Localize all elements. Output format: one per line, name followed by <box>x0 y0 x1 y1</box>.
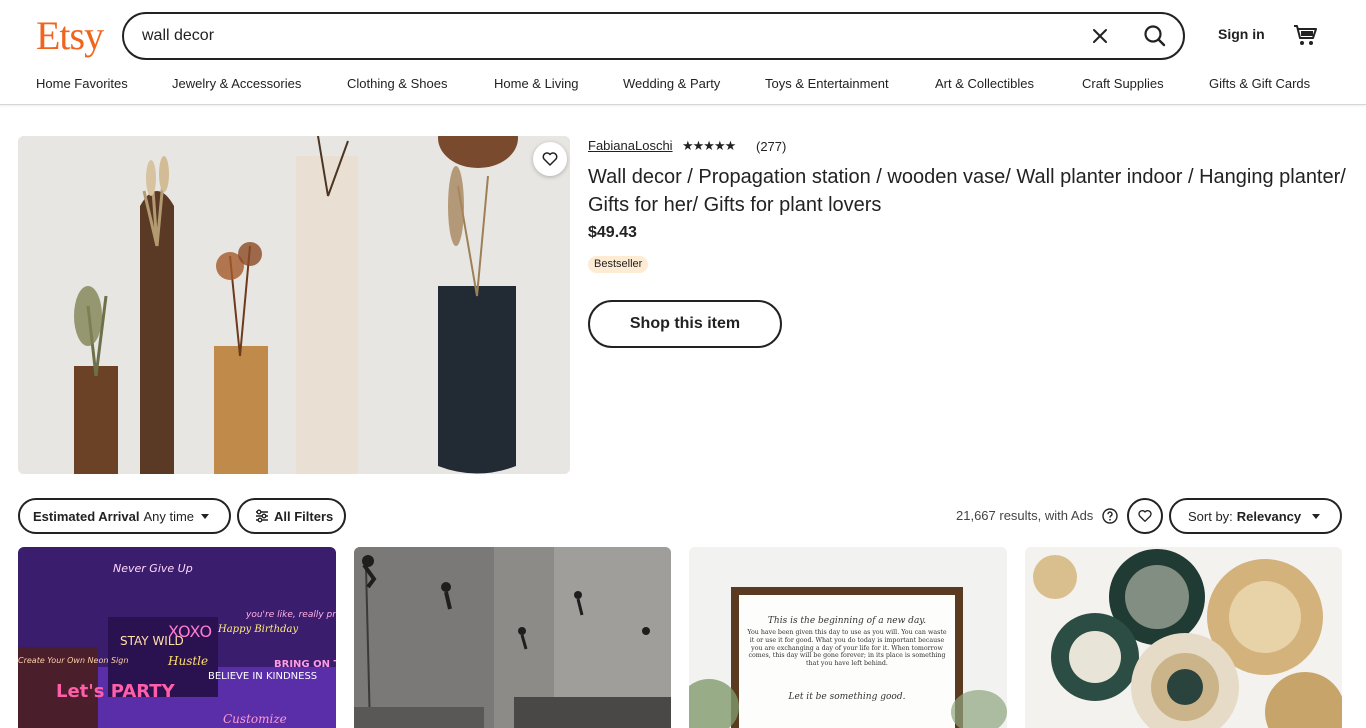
filter-icon <box>256 509 268 523</box>
help-icon[interactable] <box>1102 508 1118 524</box>
sort-value: Relevancy <box>1236 508 1302 524</box>
neon-happy-birthday: Happy Birthday <box>217 624 298 635</box>
shop-this-item-button[interactable]: Shop this item <box>588 300 782 348</box>
nav-home-living[interactable]: Home & Living <box>494 76 579 91</box>
neon-never-give-up: Never Give Up <box>113 562 193 575</box>
arrival-value: Any time <box>143 508 195 524</box>
search-input[interactable] <box>142 24 1062 48</box>
sort-dropdown[interactable]: Sort by: Relevancy <box>1169 498 1342 534</box>
results-count: 21,667 results, with Ads <box>956 508 1094 523</box>
rating-stars: ★★★★★ <box>682 138 736 153</box>
listing-card-new-day-sign[interactable]: This is the beginning of a new day. You … <box>689 547 1007 728</box>
category-nav: Home Favorites Jewelry & Accessories Clo… <box>0 72 1366 105</box>
listing-card-climber-sculptures[interactable] <box>354 547 671 728</box>
clear-icon[interactable] <box>1089 25 1111 47</box>
nav-jewelry-accessories[interactable]: Jewelry & Accessories <box>172 76 301 91</box>
shop-name-link[interactable]: FabianaLoschi <box>588 138 673 153</box>
neon-lets-party: Let's PARTY <box>56 681 176 702</box>
search-icon[interactable] <box>1141 22 1169 50</box>
sign-heading: This is the beginning of a new day. <box>768 616 926 626</box>
neon-bring-on-the-night: BRING ON THE NIGHT <box>274 659 336 670</box>
featured-price: $49.43 <box>588 224 637 241</box>
sign-body: You have been given this day to use as y… <box>747 629 947 668</box>
nav-craft-supplies[interactable]: Craft Supplies <box>1082 76 1164 91</box>
sign-footer: Let it be something good. <box>788 692 906 702</box>
review-count: (277) <box>756 139 787 154</box>
featured-title[interactable]: Wall decor / Propagation station / woode… <box>588 163 1348 219</box>
neon-customize: Customize <box>223 712 287 726</box>
neon-create-own: Create Your Own Neon Sign <box>18 656 128 665</box>
neon-really-pretty: you're like, really pretty <box>245 610 336 620</box>
sort-label: Sort by: <box>1188 508 1233 524</box>
featured-listing-image[interactable] <box>18 136 570 474</box>
all-filters-button[interactable]: All Filters <box>237 498 346 534</box>
heart-icon <box>1138 510 1152 522</box>
favorite-search-button[interactable] <box>1127 498 1163 534</box>
neon-hustle: Hustle <box>167 654 208 668</box>
cart-icon[interactable] <box>1292 22 1318 48</box>
sign-in-link[interactable]: Sign in <box>1218 26 1265 42</box>
caret-down-icon <box>1312 514 1321 519</box>
heart-icon <box>542 152 558 166</box>
nav-home-favorites[interactable]: Home Favorites <box>36 76 128 91</box>
bestseller-badge: Bestseller <box>588 256 649 273</box>
etsy-logo[interactable]: Etsy <box>36 12 104 60</box>
neon-believe: BELIEVE IN KINDNESS <box>208 671 317 682</box>
nav-clothing-shoes[interactable]: Clothing & Shoes <box>347 76 447 91</box>
nav-toys-entertainment[interactable]: Toys & Entertainment <box>765 76 889 91</box>
caret-down-icon <box>201 514 210 519</box>
neon-xoxo: XOXO <box>168 622 212 641</box>
listing-card-neon-signs[interactable]: Never Give Up STAY WILD XOXO Happy Birth… <box>18 547 336 728</box>
estimated-arrival-filter[interactable]: Estimated Arrival Any time <box>18 498 231 534</box>
nav-wedding-party[interactable]: Wedding & Party <box>623 76 720 91</box>
arrival-label: Estimated Arrival <box>33 508 140 524</box>
favorite-button[interactable] <box>533 142 567 176</box>
search-bar <box>122 12 1185 60</box>
header: Etsy Sign in <box>0 0 1366 72</box>
all-filters-label: All Filters <box>274 508 334 524</box>
listing-card-woven-baskets[interactable] <box>1025 547 1342 728</box>
nav-art-collectibles[interactable]: Art & Collectibles <box>935 76 1034 91</box>
nav-gifts-gift-cards[interactable]: Gifts & Gift Cards <box>1209 76 1310 91</box>
